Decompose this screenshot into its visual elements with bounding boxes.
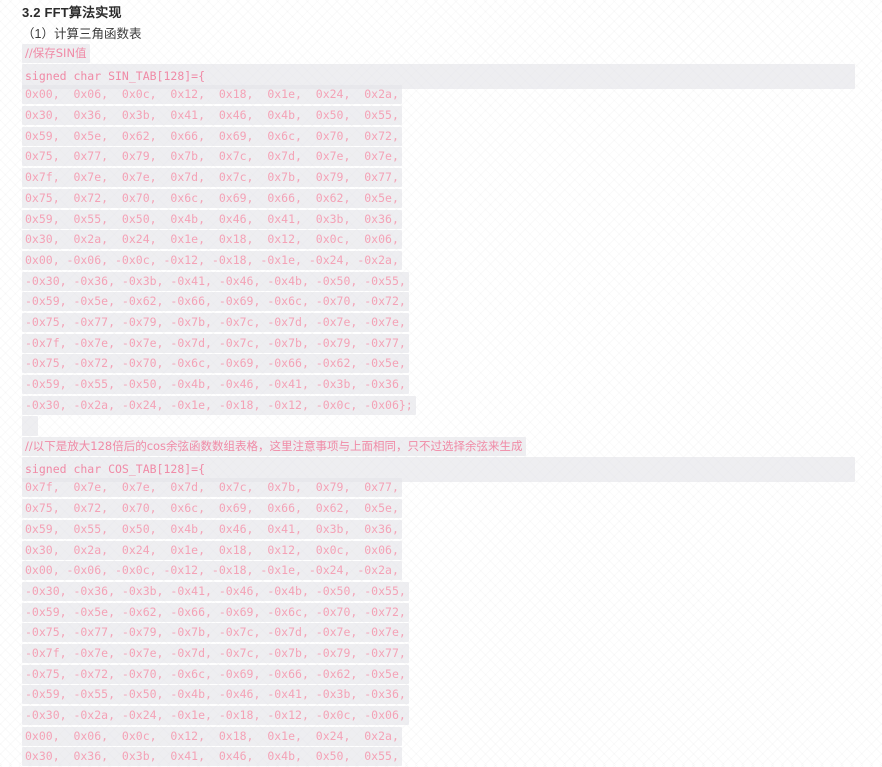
page-root: 3.2 FFT算法实现 （1）计算三角函数表 //保存SIN值 signed ch… (0, 0, 882, 767)
code-line: 0x30, 0x2a, 0x24, 0x1e, 0x18, 0x12, 0x0c… (0, 229, 882, 250)
code-line-text: 0x75, 0x72, 0x70, 0x6c, 0x69, 0x66, 0x62… (22, 499, 402, 519)
code-line: -0x59, -0x55, -0x50, -0x4b, -0x46, -0x41… (0, 374, 882, 395)
code-line: signed char COS_TAB[128]={ (0, 456, 882, 483)
code-line: 0x30, 0x36, 0x3b, 0x41, 0x46, 0x4b, 0x50… (0, 105, 882, 126)
code-line: 0x00, -0x06, -0x0c, -0x12, -0x18, -0x1e,… (0, 250, 882, 271)
code-line: //以下是放大128倍后的cos余弦函数数组表格，这里注意事项与上面相同，只不过… (0, 436, 882, 457)
code-line: 0x30, 0x2a, 0x24, 0x1e, 0x18, 0x12, 0x0c… (0, 540, 882, 561)
code-block[interactable]: //保存SIN值 signed char SIN_TAB[128]={0x00, … (0, 43, 882, 767)
code-line-text: 0x7f, 0x7e, 0x7e, 0x7d, 0x7c, 0x7b, 0x79… (22, 168, 402, 188)
code-line-text: 0x00, -0x06, -0x0c, -0x12, -0x18, -0x1e,… (22, 561, 402, 581)
page-title: 3.2 FFT算法实现 (22, 5, 122, 20)
code-line: 0x75, 0x72, 0x70, 0x6c, 0x69, 0x66, 0x62… (0, 188, 882, 209)
code-line-text: 0x59, 0x5e, 0x62, 0x66, 0x69, 0x6c, 0x70… (22, 126, 402, 146)
code-line-text: -0x30, -0x2a, -0x24, -0x1e, -0x18, -0x12… (22, 395, 416, 415)
code-line-text (22, 415, 38, 436)
code-line-text: -0x30, -0x36, -0x3b, -0x41, -0x46, -0x4b… (22, 581, 409, 601)
code-line: 0x59, 0x5e, 0x62, 0x66, 0x69, 0x6c, 0x70… (0, 126, 882, 147)
code-line-text: 0x30, 0x2a, 0x24, 0x1e, 0x18, 0x12, 0x0c… (22, 540, 402, 560)
code-line: 0x59, 0x55, 0x50, 0x4b, 0x46, 0x41, 0x3b… (0, 519, 882, 540)
code-line: -0x75, -0x72, -0x70, -0x6c, -0x69, -0x66… (0, 353, 882, 374)
code-line: //保存SIN值 (0, 43, 882, 64)
code-line-text: -0x7f, -0x7e, -0x7e, -0x7d, -0x7c, -0x7b… (22, 333, 409, 353)
code-line-text: -0x75, -0x72, -0x70, -0x6c, -0x69, -0x66… (22, 354, 409, 374)
code-line-text: //以下是放大128倍后的cos余弦函数数组表格，这里注意事项与上面相同，只不过… (22, 437, 526, 457)
code-line-text: 0x59, 0x55, 0x50, 0x4b, 0x46, 0x41, 0x3b… (22, 209, 402, 229)
code-line-text: -0x59, -0x55, -0x50, -0x4b, -0x46, -0x41… (22, 375, 409, 394)
code-line-text: -0x59, -0x55, -0x50, -0x4b, -0x46, -0x41… (22, 685, 409, 705)
code-line-text: -0x75, -0x77, -0x79, -0x7b, -0x7c, -0x7d… (22, 312, 409, 332)
code-line-text: 0x75, 0x72, 0x70, 0x6c, 0x69, 0x66, 0x62… (22, 188, 402, 208)
code-line-text: 0x30, 0x2a, 0x24, 0x1e, 0x18, 0x12, 0x0c… (22, 230, 402, 250)
code-line-text: 0x7f, 0x7e, 0x7e, 0x7d, 0x7c, 0x7b, 0x79… (22, 478, 402, 498)
code-line-text: -0x75, -0x77, -0x79, -0x7b, -0x7c, -0x7d… (22, 623, 409, 643)
code-line (0, 415, 882, 436)
code-line: -0x59, -0x5e, -0x62, -0x66, -0x69, -0x6c… (0, 602, 882, 623)
code-line: -0x7f, -0x7e, -0x7e, -0x7d, -0x7c, -0x7b… (0, 643, 882, 664)
code-line-text: -0x30, -0x36, -0x3b, -0x41, -0x46, -0x4b… (22, 271, 409, 291)
code-line-text: -0x59, -0x5e, -0x62, -0x66, -0x69, -0x6c… (22, 292, 409, 312)
code-line-text: 0x59, 0x55, 0x50, 0x4b, 0x46, 0x41, 0x3b… (22, 519, 402, 539)
code-line: -0x30, -0x2a, -0x24, -0x1e, -0x18, -0x12… (0, 395, 882, 416)
code-line: -0x30, -0x2a, -0x24, -0x1e, -0x18, -0x12… (0, 705, 882, 726)
code-line: signed char SIN_TAB[128]={ (0, 63, 882, 90)
code-line-text: 0x00, 0x06, 0x0c, 0x12, 0x18, 0x1e, 0x24… (22, 726, 402, 746)
code-line-text: 0x75, 0x77, 0x79, 0x7b, 0x7c, 0x7d, 0x7e… (22, 147, 402, 167)
code-line: -0x59, -0x55, -0x50, -0x4b, -0x46, -0x41… (0, 684, 882, 705)
page-subtitle: （1）计算三角函数表 (22, 27, 142, 41)
code-line: -0x75, -0x72, -0x70, -0x6c, -0x69, -0x66… (0, 664, 882, 685)
code-line: 0x75, 0x72, 0x70, 0x6c, 0x69, 0x66, 0x62… (0, 498, 882, 519)
code-line: 0x00, 0x06, 0x0c, 0x12, 0x18, 0x1e, 0x24… (0, 726, 882, 747)
code-line: -0x30, -0x36, -0x3b, -0x41, -0x46, -0x4b… (0, 581, 882, 602)
code-line-text: 0x30, 0x36, 0x3b, 0x41, 0x46, 0x4b, 0x50… (22, 106, 402, 126)
code-line: 0x75, 0x77, 0x79, 0x7b, 0x7c, 0x7d, 0x7e… (0, 146, 882, 167)
code-line-text: -0x30, -0x2a, -0x24, -0x1e, -0x18, -0x12… (22, 706, 409, 725)
code-line-text: -0x7f, -0x7e, -0x7e, -0x7d, -0x7c, -0x7b… (22, 643, 409, 663)
code-line: -0x30, -0x36, -0x3b, -0x41, -0x46, -0x4b… (0, 271, 882, 292)
code-line-text: //保存SIN值 (22, 44, 90, 63)
code-line-text: 0x00, -0x06, -0x0c, -0x12, -0x18, -0x1e,… (22, 250, 402, 270)
code-line: 0x59, 0x55, 0x50, 0x4b, 0x46, 0x41, 0x3b… (0, 209, 882, 230)
code-line: 0x7f, 0x7e, 0x7e, 0x7d, 0x7c, 0x7b, 0x79… (0, 167, 882, 188)
code-line-text: 0x00, 0x06, 0x0c, 0x12, 0x18, 0x1e, 0x24… (22, 85, 402, 105)
code-line-text: -0x59, -0x5e, -0x62, -0x66, -0x69, -0x6c… (22, 602, 409, 622)
code-line-text: -0x75, -0x72, -0x70, -0x6c, -0x69, -0x66… (22, 664, 409, 684)
code-line: 0x00, -0x06, -0x0c, -0x12, -0x18, -0x1e,… (0, 560, 882, 581)
code-line: -0x75, -0x77, -0x79, -0x7b, -0x7c, -0x7d… (0, 312, 882, 333)
code-line: -0x7f, -0x7e, -0x7e, -0x7d, -0x7c, -0x7b… (0, 333, 882, 354)
code-line: -0x59, -0x5e, -0x62, -0x66, -0x69, -0x6c… (0, 291, 882, 312)
code-line: -0x75, -0x77, -0x79, -0x7b, -0x7c, -0x7d… (0, 622, 882, 643)
